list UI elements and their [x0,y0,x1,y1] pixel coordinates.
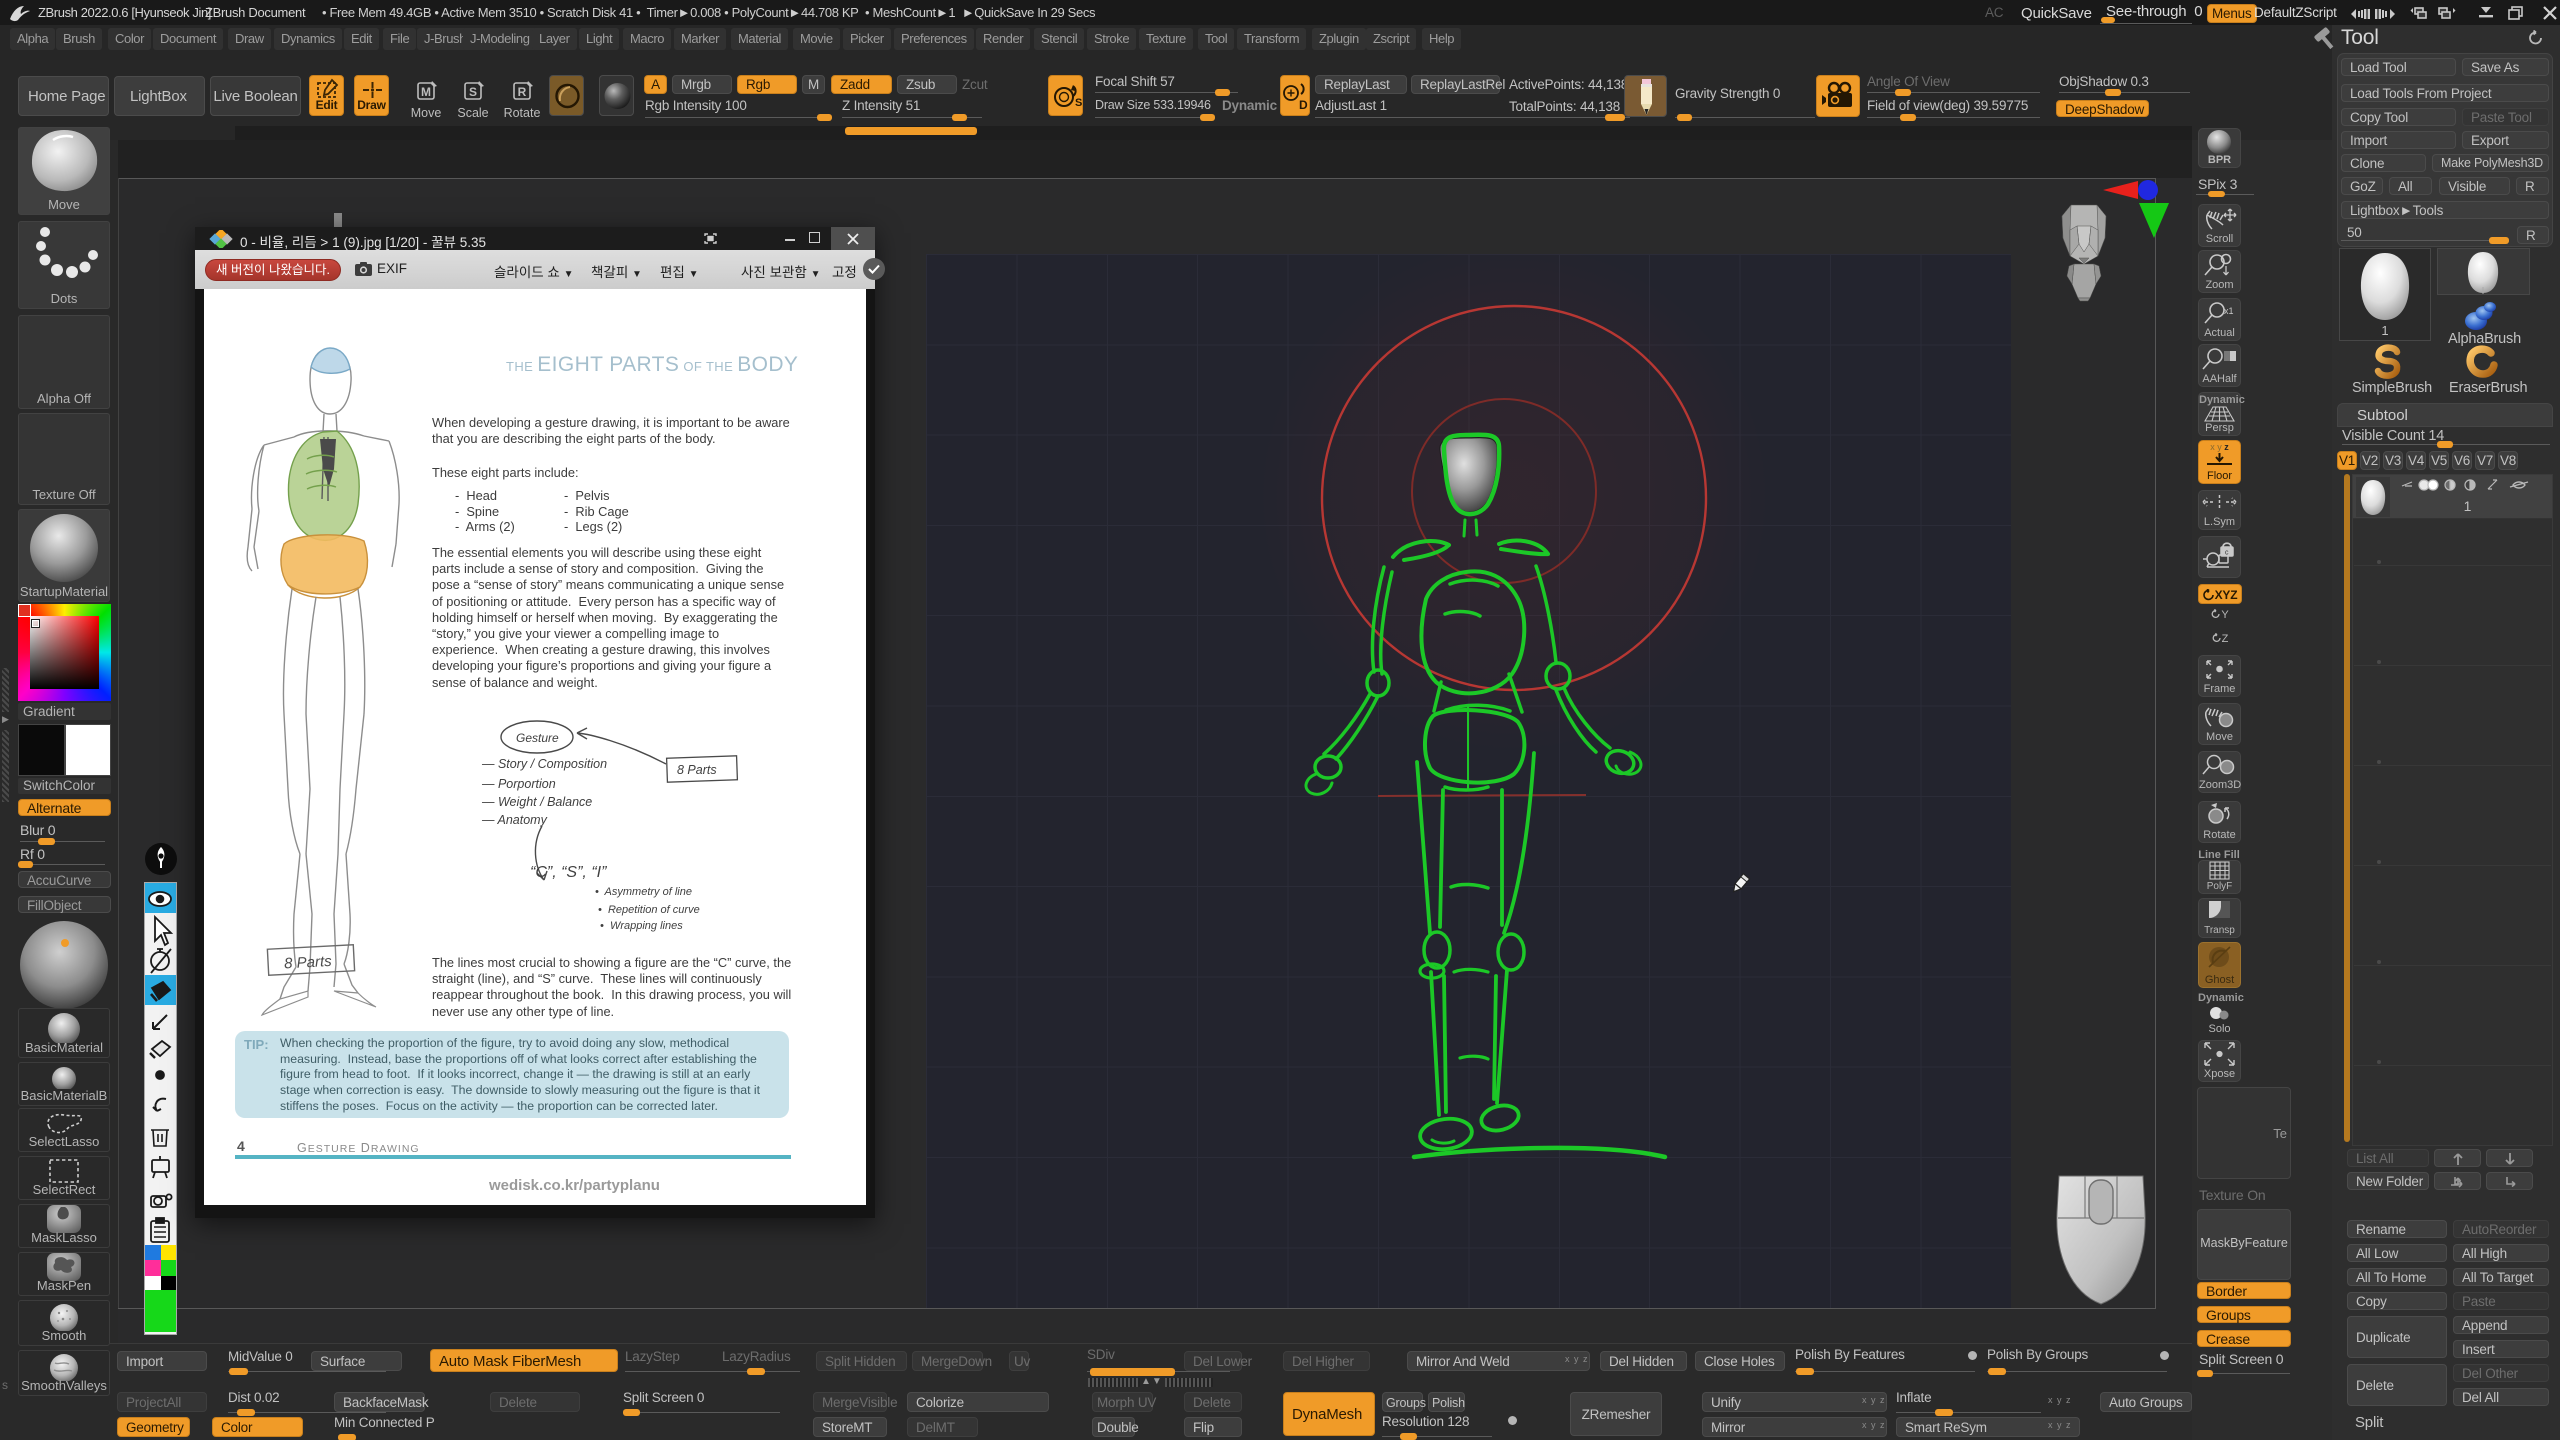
svg-text:D: D [1299,98,1308,112]
svg-text:— Weight / Balance: — Weight / Balance [481,795,592,809]
svg-text:• Repetition of curve: • Repetition of curve [598,904,700,916]
svg-text:• Asymmetry of line: • Asymmetry of line [595,886,692,898]
svg-text:— Story / Composition: — Story / Composition [481,757,607,771]
svg-text:— Porportion: — Porportion [481,777,556,791]
svg-text:M: M [421,85,431,99]
svg-text:8 Parts: 8 Parts [284,953,333,972]
svg-text:• Wrapping lines: • Wrapping lines [600,920,683,932]
svg-text:8 Parts: 8 Parts [677,763,717,777]
svg-text:S: S [1075,97,1082,109]
svg-text:R: R [518,85,527,99]
svg-text:x1: x1 [2224,306,2234,316]
svg-text:S: S [469,85,477,99]
svg-text:c: c [2225,550,2229,557]
svg-text:Gesture: Gesture [516,731,559,745]
svg-text:— Anatomy: — Anatomy [481,813,548,827]
svg-text:“C”, “S”, “I”: “C”, “S”, “I” [530,864,607,881]
